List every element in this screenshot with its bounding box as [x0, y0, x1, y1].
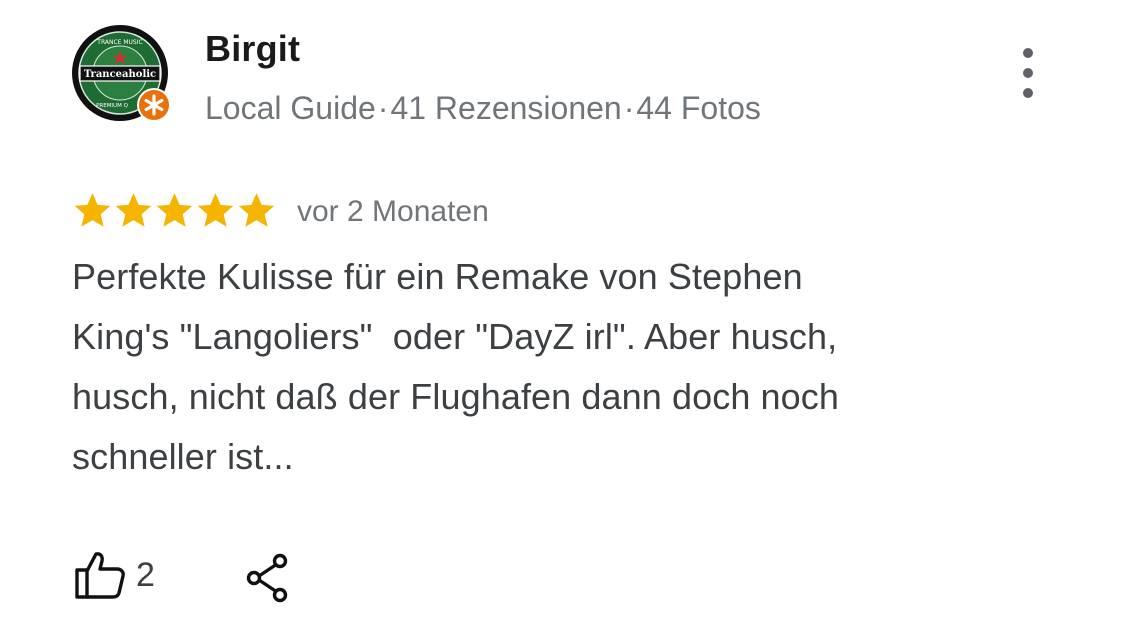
star-icon [74, 192, 111, 227]
avatar-ring-text-bottom: PREMIUM Q [96, 103, 129, 109]
review-card: TRANCE MUSIC Tranceaholic PREMIUM Q Birg… [0, 0, 1125, 640]
thumbs-up-icon [75, 552, 125, 599]
more-options-button[interactable] [1008, 48, 1048, 98]
star-icon [115, 192, 152, 227]
more-vert-icon-dot [1023, 68, 1033, 78]
local-guide-badge-icon [137, 88, 171, 122]
avatar-logo-text: Tranceaholic [84, 69, 156, 80]
star-rating [72, 190, 277, 231]
share-icon [246, 553, 288, 603]
more-vert-icon [1023, 48, 1033, 58]
review-date: vor 2 Monaten [297, 195, 489, 228]
photo-count: 44 Fotos [636, 90, 761, 126]
avatar-ring-text-top: TRANCE MUSIC [96, 39, 142, 46]
more-vert-icon-dot [1023, 88, 1033, 98]
meta-separator: · [623, 90, 635, 126]
star-icon [197, 192, 234, 227]
review-count: 41 Rezensionen [390, 90, 622, 126]
share-button[interactable] [244, 553, 292, 603]
local-guide-label: Local Guide [205, 90, 376, 126]
star-icon [238, 192, 275, 227]
review-text: Perfekte Kulisse für ein Remake von Step… [72, 256, 840, 477]
avatar[interactable]: TRANCE MUSIC Tranceaholic PREMIUM Q [72, 25, 171, 122]
like-count: 2 [136, 555, 155, 594]
meta-separator: · [377, 90, 389, 126]
author-meta: Local Guide·41 Rezensionen·44 Fotos [205, 90, 761, 127]
star-icon [156, 192, 193, 227]
rating-row: vor 2 Monaten [72, 188, 489, 232]
author-name[interactable]: Birgit [205, 28, 300, 70]
like-button[interactable]: 2 [74, 550, 155, 600]
